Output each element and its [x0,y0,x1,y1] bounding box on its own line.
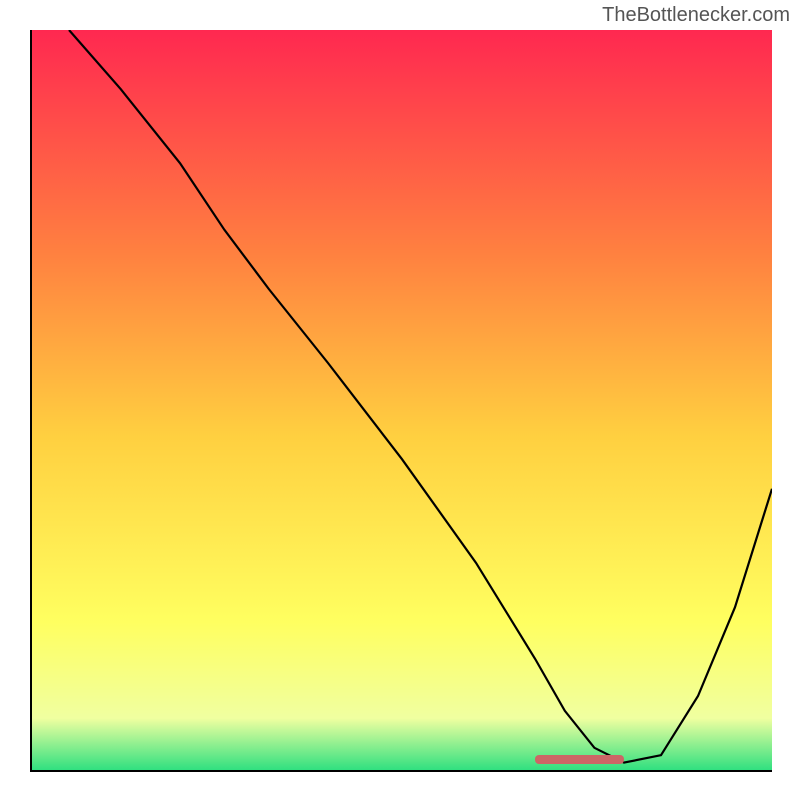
chart-svg [32,30,772,770]
chart-plot-area [30,30,772,772]
optimal-zone-marker [535,755,624,764]
watermark-text: TheBottlenecker.com [602,4,790,27]
gradient-background [32,30,772,770]
